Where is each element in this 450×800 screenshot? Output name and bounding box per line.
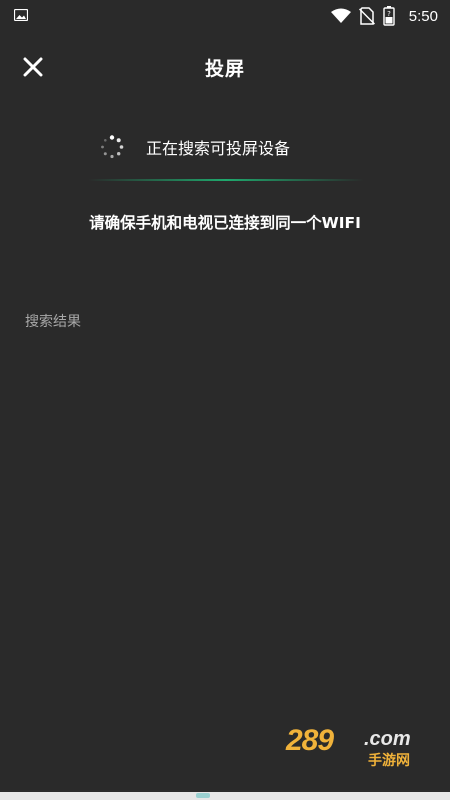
search-status-row: 正在搜索可投屏设备	[100, 134, 290, 160]
status-time: 5:50	[408, 7, 438, 25]
bottom-bar-indicator	[196, 793, 210, 798]
svg-text:?: ?	[387, 10, 391, 18]
page-title: 投屏	[204, 58, 245, 80]
status-icons: ? 5:50	[330, 5, 438, 27]
wifi-hint: 请确保手机和电视已连接到同一个WIFI	[89, 214, 361, 232]
loading-spinner-icon	[101, 135, 124, 159]
battery-icon: ?	[383, 6, 395, 26]
no-sim-icon	[358, 7, 375, 25]
wifi-icon	[330, 8, 351, 23]
image-icon	[14, 9, 28, 21]
search-progress-line	[88, 179, 364, 181]
search-results-label: 搜索结果	[25, 314, 81, 330]
watermark-domain: .com	[364, 728, 411, 750]
watermark-logo: 289 .com 手游网	[284, 722, 434, 772]
bottom-bar	[0, 792, 450, 800]
header: 投屏	[0, 32, 450, 102]
watermark-subtitle: 手游网	[368, 753, 410, 769]
watermark-number: 289	[286, 724, 334, 757]
status-bar: ? 5:50	[0, 0, 450, 32]
search-status-text: 正在搜索可投屏设备	[146, 139, 291, 158]
